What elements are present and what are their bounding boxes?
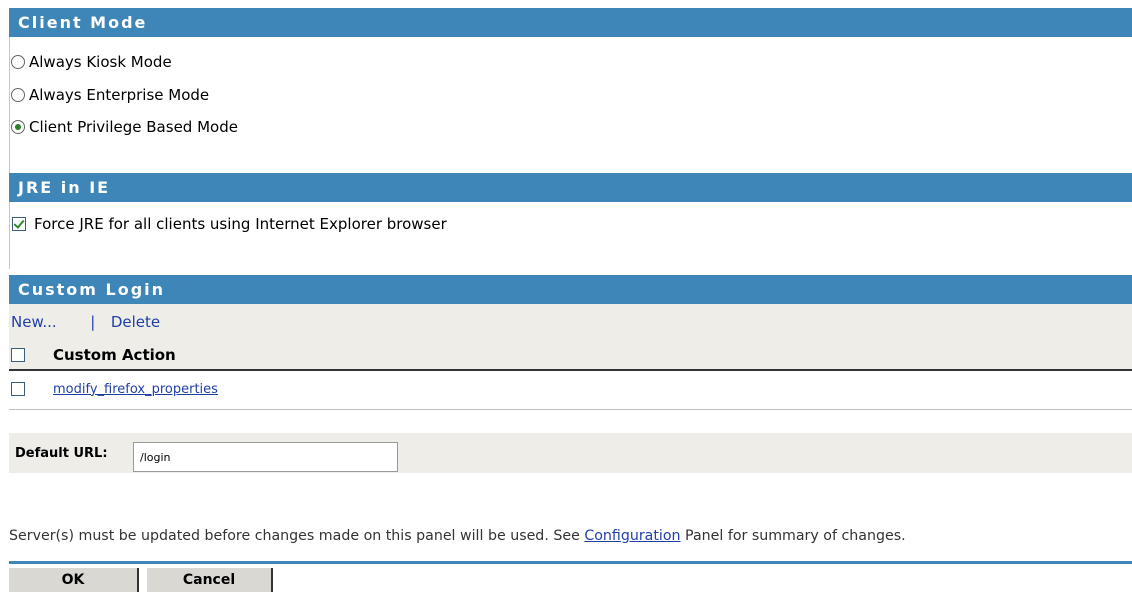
column-header-label: Custom Action — [53, 346, 176, 364]
cancel-button[interactable]: Cancel — [147, 568, 273, 592]
force-jre-checkbox-row[interactable]: Force JRE for all clients using Internet… — [12, 212, 447, 236]
radio-label: Always Enterprise Mode — [29, 86, 210, 104]
toolbar-separator: | — [90, 313, 96, 331]
table-bottom-divider — [9, 409, 1132, 410]
table-header-divider — [9, 369, 1132, 371]
radio-always-enterprise-mode[interactable]: Always Enterprise Mode — [11, 83, 209, 107]
section-left-border — [9, 37, 10, 173]
force-jre-checkbox[interactable] — [12, 217, 26, 231]
select-all-checkbox[interactable] — [11, 348, 25, 362]
radio-button[interactable] — [11, 55, 25, 69]
custom-login-toolbar: New... | Delete — [11, 313, 160, 331]
radio-button[interactable] — [11, 88, 25, 102]
force-jre-label: Force JRE for all clients using Internet… — [34, 215, 447, 233]
radio-client-privilege-based-mode[interactable]: Client Privilege Based Mode — [11, 115, 238, 139]
custom-action-column-header: Custom Action — [11, 343, 176, 367]
new-link[interactable]: New... — [11, 313, 57, 331]
radio-label: Client Privilege Based Mode — [29, 118, 238, 136]
custom-login-header: Custom Login — [9, 275, 1132, 304]
configuration-link[interactable]: Configuration — [584, 528, 680, 544]
delete-link[interactable]: Delete — [111, 313, 160, 331]
custom-action-link[interactable]: modify_firefox_properties — [53, 382, 218, 397]
jre-in-ie-header: JRE in IE — [9, 173, 1132, 202]
default-url-label: Default URL: — [15, 446, 108, 461]
default-url-input[interactable] — [133, 442, 398, 472]
radio-button-selected[interactable] — [11, 120, 25, 134]
table-row[interactable]: modify_firefox_properties — [11, 377, 218, 401]
client-mode-header: Client Mode — [9, 8, 1132, 37]
radio-always-kiosk-mode[interactable]: Always Kiosk Mode — [11, 50, 172, 74]
update-notice: Server(s) must be updated before changes… — [9, 528, 906, 544]
ok-button[interactable]: OK — [9, 568, 139, 592]
section-left-border — [9, 201, 10, 269]
row-checkbox[interactable] — [11, 382, 25, 396]
notice-text-before: Server(s) must be updated before changes… — [9, 528, 585, 544]
radio-label: Always Kiosk Mode — [29, 53, 172, 71]
footer-rule — [9, 561, 1132, 564]
notice-text-after: Panel for summary of changes. — [680, 528, 906, 544]
custom-login-toolbar-band — [9, 304, 1132, 370]
